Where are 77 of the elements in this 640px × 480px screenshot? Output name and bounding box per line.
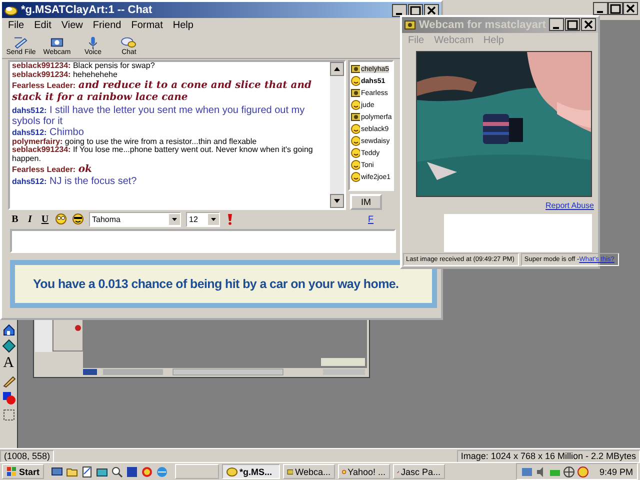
sender-name: seblack991234:	[12, 70, 71, 79]
diamond-icon[interactable]	[2, 339, 16, 353]
scroll-down-button[interactable]	[330, 194, 344, 208]
taskbar-button[interactable]: Jasc Pa...	[392, 464, 445, 479]
notepad-icon[interactable]	[80, 466, 93, 478]
im-button[interactable]: IM	[350, 194, 382, 210]
camera-icon	[404, 18, 416, 31]
chat-message: dahs512: I still have the letter you sent me when you figured out my sybols for it	[12, 104, 306, 127]
emoticon-icon[interactable]	[55, 213, 67, 225]
window-title: *g.MSATClayArt:1 -- Chat	[21, 4, 154, 16]
close-button[interactable]	[623, 2, 638, 15]
speech-bubbles-icon	[120, 35, 138, 49]
sunglasses-smiley-icon[interactable]	[72, 213, 84, 225]
sender-name: seblack991234:	[12, 145, 71, 154]
close-button[interactable]	[581, 18, 596, 32]
close-button[interactable]	[424, 4, 439, 16]
sender-name: dahs512:	[12, 177, 47, 186]
format-link[interactable]: F	[368, 214, 374, 224]
window-title: Webcam for msatclayart	[419, 18, 546, 31]
camera-icon	[351, 64, 360, 74]
underline-button[interactable]: U	[40, 214, 50, 224]
folder-icon[interactable]	[66, 466, 78, 478]
italic-button[interactable]: I	[25, 214, 35, 224]
sender-name: dahs512:	[12, 128, 47, 137]
chat-message: Fearless Leader: ok	[12, 164, 93, 176]
sender-name: polymerfairy:	[12, 136, 63, 146]
camera-icon	[351, 112, 360, 122]
menu-item[interactable]: Friend	[92, 20, 122, 32]
brush-icon[interactable]	[2, 374, 16, 388]
shapes-icon[interactable]	[2, 391, 16, 405]
selection-icon[interactable]	[2, 408, 16, 422]
sender-name: dahs512:	[12, 106, 47, 115]
search-icon[interactable]	[110, 466, 123, 478]
minimize-button[interactable]	[593, 2, 608, 15]
camera-icon	[351, 88, 360, 98]
menu-item[interactable]: Help	[172, 20, 194, 32]
message-input[interactable]	[10, 229, 396, 253]
sender-name: Fearless Leader:	[12, 80, 76, 90]
menu-item[interactable]: File	[8, 20, 24, 32]
chat-message: seblack991234: hehehehehe	[12, 70, 118, 80]
taskbar-button[interactable]: *g.MS...	[222, 464, 280, 479]
minimize-button[interactable]	[549, 18, 564, 32]
taskbar-button[interactable]: Yahoo! ...	[338, 464, 390, 479]
sender-name: Fearless Leader:	[12, 164, 76, 174]
card-icon[interactable]	[96, 466, 108, 478]
crosshair-icon[interactable]	[563, 466, 576, 478]
pen-icon	[12, 35, 30, 49]
scrollbar[interactable]	[330, 62, 344, 208]
chat-message: dahs512: NJ is the focus set?	[12, 176, 138, 188]
house-icon[interactable]	[2, 322, 16, 336]
menu-item[interactable]: Edit	[34, 20, 52, 32]
report-abuse-link[interactable]: Report Abuse	[546, 201, 594, 210]
start-button[interactable]: Start	[2, 464, 44, 479]
sender-name: seblack991234:	[12, 62, 71, 70]
menu-item[interactable]: Format	[131, 20, 163, 32]
text-tool-icon[interactable]: A	[3, 356, 14, 371]
clock: 9:49 PM	[599, 466, 633, 476]
menu-item[interactable]: View	[61, 20, 83, 32]
minimize-button[interactable]	[392, 4, 407, 16]
maximize-button[interactable]	[565, 18, 580, 32]
taskbar-button[interactable]: Webca...	[282, 464, 335, 479]
bold-button[interactable]: B	[10, 214, 20, 224]
chat-message: polymerfairy: going to use the wire from a resistor...thin and flexable	[12, 138, 258, 146]
chat-icon	[226, 466, 238, 478]
size-dropdown[interactable]: 12	[186, 212, 220, 226]
chat-message: seblack991234: If You lose me...phone battery went out. Never know when it's going happen.	[12, 146, 314, 164]
document-icon[interactable]	[126, 466, 138, 478]
chat-message: Fearless Leader: and reduce it to a cone and slice that and stack it for a rainbow lace cane	[12, 80, 313, 105]
restore-button[interactable]	[608, 2, 623, 15]
maximize-button[interactable]	[408, 4, 423, 16]
exclamation-icon[interactable]	[225, 212, 235, 226]
chat-message: seblack991234: Black pensis for swap?	[12, 62, 156, 71]
chat-message: dahs512: Chimbo	[12, 126, 85, 138]
scroll-up-button[interactable]	[330, 62, 344, 76]
windows-logo-icon	[6, 466, 17, 477]
font-dropdown[interactable]: Tahoma	[89, 212, 181, 226]
monitor-icon[interactable]	[50, 466, 63, 478]
